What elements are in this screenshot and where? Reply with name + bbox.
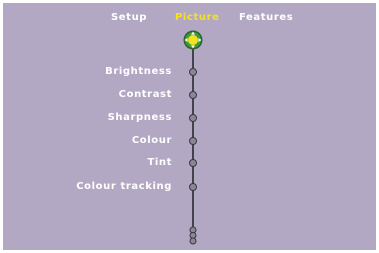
menu-item-label: Brightness [105,66,172,77]
tab-setup[interactable]: Setup [111,11,147,25]
menu-item-colour-tracking[interactable]: Colour tracking [3,180,376,196]
menu-item-dot [189,91,197,99]
menu-item-tint[interactable]: Tint [3,156,376,172]
tv-menu-screen: Setup Picture Features Brightness Contra… [3,3,376,250]
menu-item-dot [189,183,197,191]
menu-item-label: Tint [147,157,172,168]
menu-item-dot [189,137,197,145]
menu-item-label: Colour [131,135,172,146]
menu-item-dot [189,114,197,122]
nav-joystick-icon[interactable] [183,30,203,50]
menu-tabs: Setup Picture Features [3,11,376,27]
menu-item-label: Sharpness [107,112,172,123]
menu-item-label: Contrast [118,89,172,100]
menu-item-dot [189,68,197,76]
tab-features[interactable]: Features [239,11,293,25]
menu-item-label: Colour tracking [76,181,172,192]
menu-item-contrast[interactable]: Contrast [3,88,376,104]
menu-item-brightness[interactable]: Brightness [3,65,376,81]
menu-item-sharpness[interactable]: Sharpness [3,111,376,127]
tab-picture[interactable]: Picture [175,11,220,25]
more-items-icon[interactable] [188,226,198,246]
menu-item-colour[interactable]: Colour [3,134,376,150]
menu-item-dot [189,159,197,167]
